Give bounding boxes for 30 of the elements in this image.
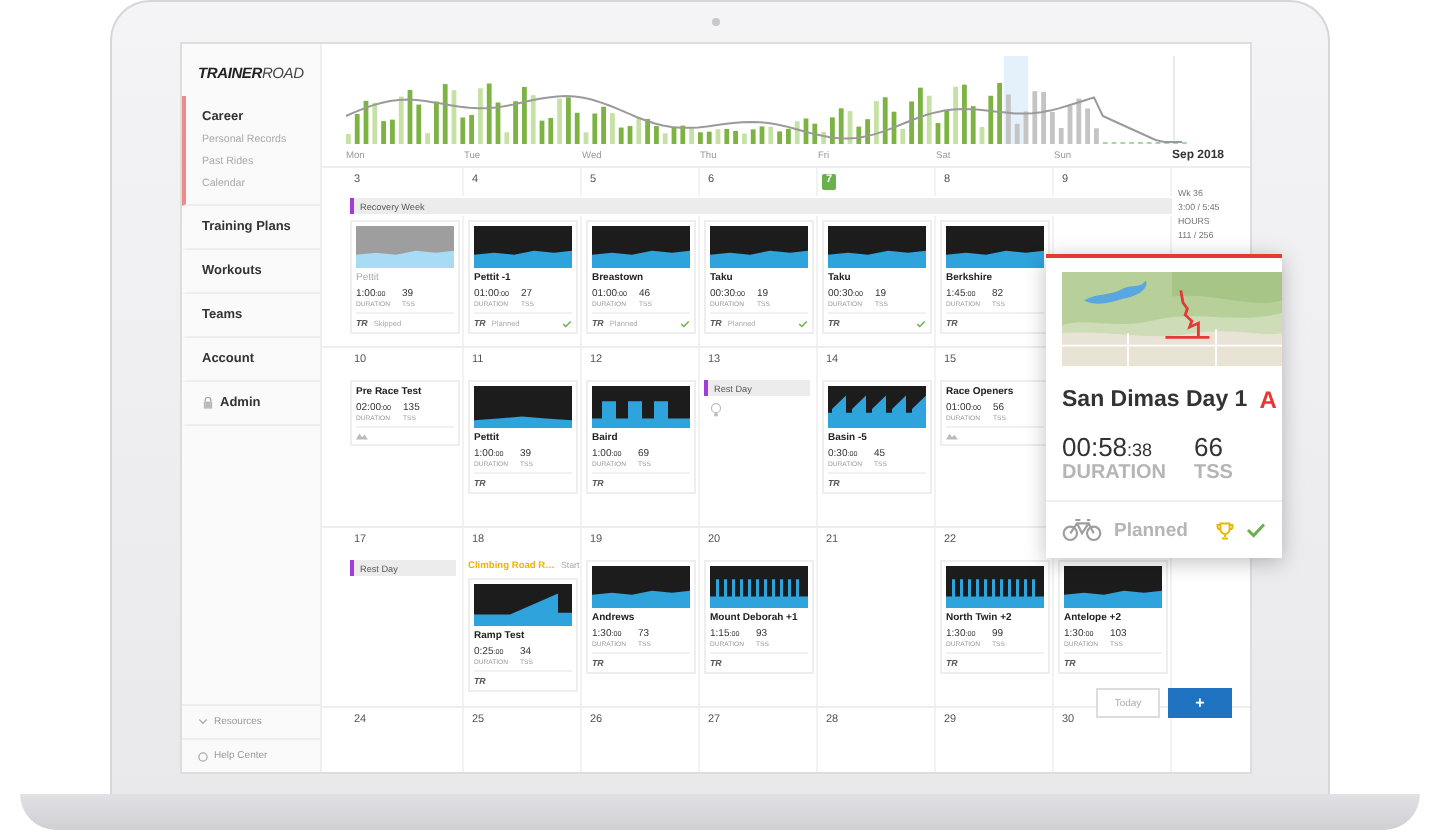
mountain-icon [946,432,958,440]
workout-profile-drawing [474,226,572,268]
lightbulb-icon [710,402,722,418]
workout-profile-drawing [592,566,690,608]
stat-label: TSS [1194,462,1233,484]
workout-profile-drawing [356,226,454,268]
workout-profile-drawing [710,566,808,608]
bicycle-icon [1062,518,1102,542]
stat-label: DURATION [1062,462,1167,484]
duration-value: 00:58:38 [1062,432,1155,462]
workout-profile-drawing [474,584,572,626]
tss-value: 66 [1194,432,1225,462]
workout-profile-drawing [828,226,926,268]
status-label: Planned [1114,519,1188,541]
workout-title: San Dimas Day 1 [1062,388,1248,412]
lock-icon [202,396,214,410]
chevron-icon [198,718,208,726]
mountain-icon [356,432,368,440]
priority-label: A [1259,386,1277,414]
workout-profile-drawing [710,226,808,268]
workout-profile-drawing [1064,566,1162,608]
workout-profile-drawing [474,386,572,428]
workout-profile-drawing [946,566,1044,608]
add-button[interactable]: + [1168,688,1232,718]
workout-profile-drawing [828,386,926,428]
help-icon [198,751,208,761]
camera-dot [712,18,720,26]
workout-profile-drawing [592,386,690,428]
workout-profile-drawing [592,226,690,268]
workout-profile-drawing [946,226,1044,268]
